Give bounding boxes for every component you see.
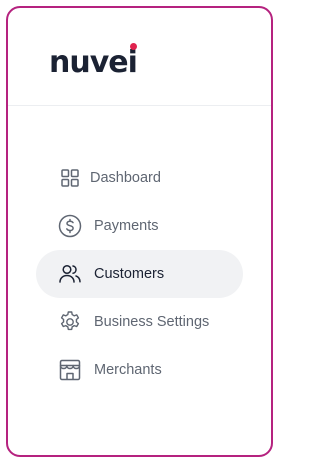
sidebar-panel: nuvei Dashboard Payments Customers Busin… (6, 6, 273, 457)
sidebar-item-payments[interactable]: Payments (36, 202, 243, 250)
gear-icon (58, 310, 82, 334)
sidebar-item-label: Payments (94, 218, 159, 234)
sidebar-item-business-settings[interactable]: Business Settings (36, 298, 243, 346)
grid-icon (58, 166, 82, 190)
sidebar-item-label: Merchants (94, 362, 162, 378)
nuvei-logo[interactable]: nuvei (49, 43, 138, 80)
sidebar-item-dashboard[interactable]: Dashboard (36, 154, 243, 202)
sidebar-item-label: Business Settings (94, 314, 210, 330)
dollar-circle-icon (58, 214, 82, 238)
sidebar-item-label: Dashboard (90, 170, 161, 186)
logo-wordmark: nuvei (49, 45, 138, 80)
sidebar-item-merchants[interactable]: Merchants (36, 346, 243, 394)
users-icon (58, 262, 82, 286)
sidebar-item-customers[interactable]: Customers (36, 250, 243, 298)
logo-area: nuvei (8, 8, 271, 106)
logo-dot (129, 43, 137, 50)
sidebar-item-label: Customers (94, 266, 165, 282)
store-icon (58, 358, 82, 382)
